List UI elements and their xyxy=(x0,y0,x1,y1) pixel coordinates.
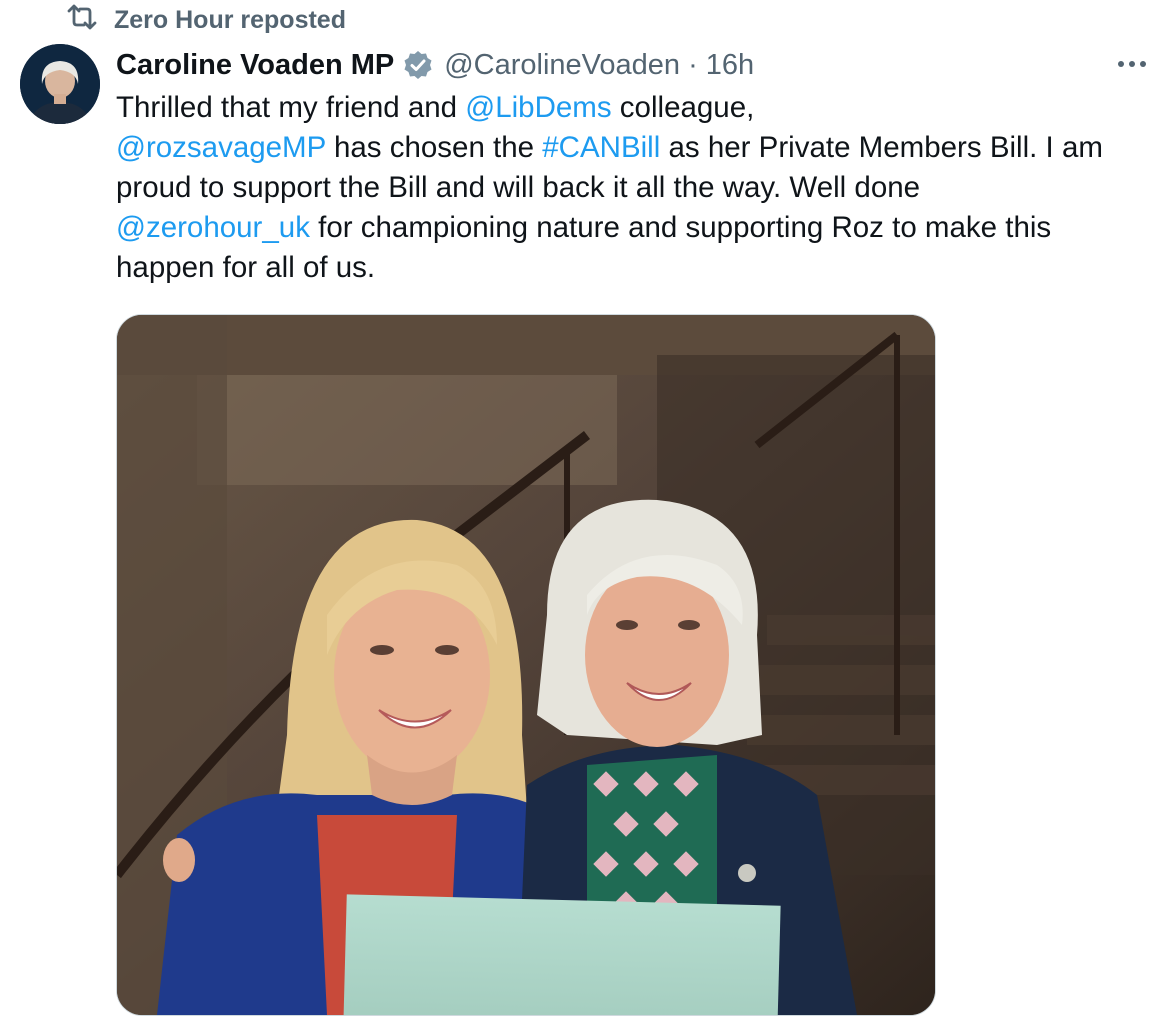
text-segment: for championing nature and supporting Ro… xyxy=(309,211,1052,244)
author-avatar[interactable] xyxy=(20,44,100,124)
tweet-line-3: proud to support the Bill and will back … xyxy=(116,171,921,204)
repost-icon xyxy=(66,4,98,37)
text-segment: colleague, xyxy=(611,91,755,124)
text-segment: has chosen the xyxy=(325,131,543,164)
mention-zerohour-uk[interactable]: @zerohour_uk xyxy=(116,211,310,244)
author-handle[interactable]: @CarolineVoaden xyxy=(444,49,680,82)
hashtag-canbill[interactable]: #CANBill xyxy=(542,131,660,164)
mention-rozsavagemp[interactable]: @rozsavageMP xyxy=(116,131,326,164)
tweet-timestamp[interactable]: 16h xyxy=(706,49,754,82)
header-separator: · xyxy=(688,48,698,81)
more-options-icon[interactable] xyxy=(1112,52,1152,76)
tweet-line-5: happen for all of us. xyxy=(116,251,376,284)
author-name[interactable]: Caroline Voaden MP xyxy=(116,49,394,82)
tweet-photo[interactable] xyxy=(116,314,936,1016)
mention-libdems[interactable]: @LibDems xyxy=(465,91,611,124)
tweet-header: Caroline Voaden MP @CarolineVoaden · 16h xyxy=(116,44,754,86)
tweet-text: Thrilled that my friend and @LibDems col… xyxy=(116,88,1156,288)
photo-of-two-women-smiling xyxy=(117,315,935,1015)
text-segment: as her Private Members Bill. I am xyxy=(660,131,1103,164)
tweet-line-4: @zerohour_uk for championing nature and … xyxy=(116,208,1156,248)
tweet-line-2: @rozsavageMP has chosen the #CANBill as … xyxy=(116,128,1156,168)
repost-label: Zero Hour reposted xyxy=(114,5,346,34)
text-segment: Thrilled that my friend and xyxy=(116,91,466,124)
repost-indicator[interactable]: Zero Hour reposted xyxy=(66,4,346,36)
tweet-line-1: Thrilled that my friend and @LibDems col… xyxy=(116,88,1156,128)
verified-badge-icon[interactable] xyxy=(402,49,434,81)
